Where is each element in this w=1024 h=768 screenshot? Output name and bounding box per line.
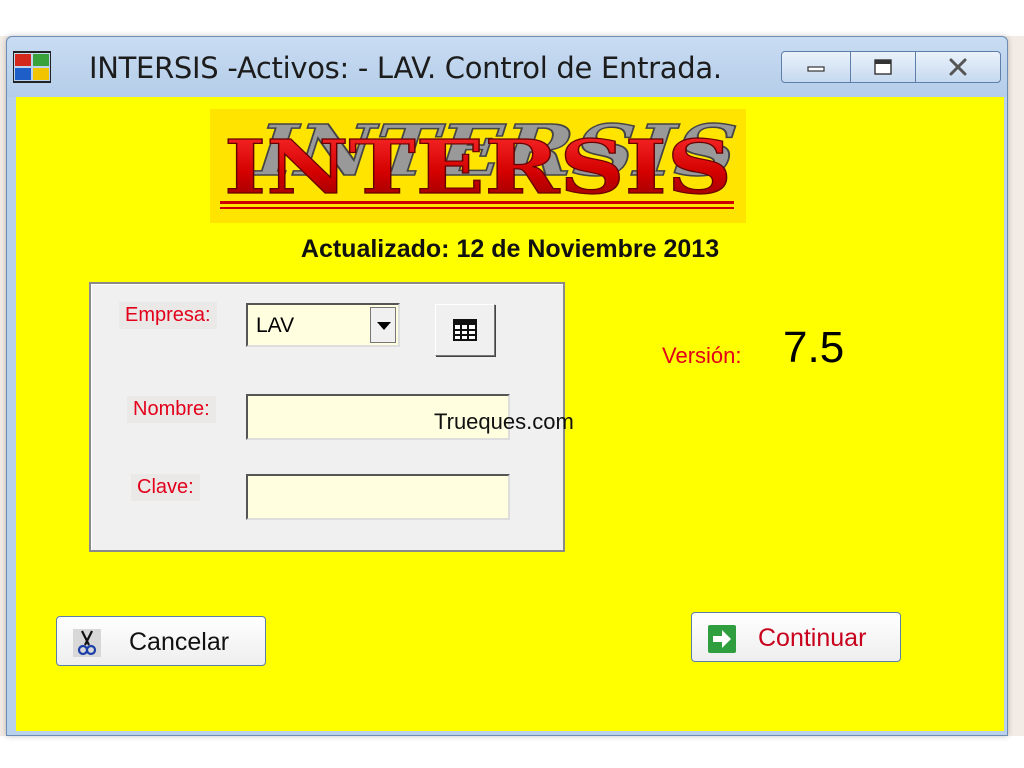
close-button[interactable] xyxy=(915,51,1001,83)
cancel-button[interactable]: Cancelar xyxy=(56,616,266,666)
empresa-select-value: LAV xyxy=(256,314,295,337)
windows-flag-icon[interactable] xyxy=(12,51,52,83)
table-grid-icon xyxy=(453,319,477,341)
chevron-down-icon[interactable] xyxy=(370,307,396,343)
nombre-label: Nombre: xyxy=(127,396,216,423)
empresa-label: Empresa: xyxy=(119,302,217,329)
continue-button[interactable]: Continuar xyxy=(691,612,901,662)
version-label: Versión: xyxy=(662,343,742,368)
watermark-text: Trueques.com xyxy=(434,409,574,434)
empresa-select[interactable]: LAV xyxy=(246,303,400,347)
updated-date-heading: Actualizado: 12 de Noviembre 2013 xyxy=(300,235,720,263)
maximize-icon xyxy=(874,59,892,75)
clave-field[interactable] xyxy=(246,474,510,520)
window-title: INTERSIS -Activos: - LAV. Control de Ent… xyxy=(89,51,722,85)
maximize-button[interactable] xyxy=(850,51,916,83)
green-arrow-right-icon xyxy=(708,625,736,653)
desktop-background-top xyxy=(0,0,1024,36)
scissors-icon xyxy=(73,629,101,657)
intersis-logo: INTERSIS INTERSIS xyxy=(210,109,751,223)
minimize-icon xyxy=(807,66,825,72)
logo-text: INTERSIS xyxy=(224,125,732,211)
app-window: INTERSIS -Activos: - LAV. Control de Ent… xyxy=(6,36,1008,736)
continue-button-label: Continuar xyxy=(758,624,867,652)
close-icon xyxy=(949,58,967,76)
form-client-area: INTERSIS INTERSIS Actualizado: 12 de Nov… xyxy=(16,97,1004,731)
version-value: 7.5 xyxy=(783,323,845,372)
clave-label: Clave: xyxy=(131,474,200,501)
desktop-background-bottom xyxy=(0,736,1024,768)
empresa-lookup-button[interactable] xyxy=(435,304,495,356)
minimize-button[interactable] xyxy=(781,51,851,83)
title-bar[interactable]: INTERSIS -Activos: - LAV. Control de Ent… xyxy=(7,37,1007,97)
cancel-button-label: Cancelar xyxy=(129,628,230,656)
